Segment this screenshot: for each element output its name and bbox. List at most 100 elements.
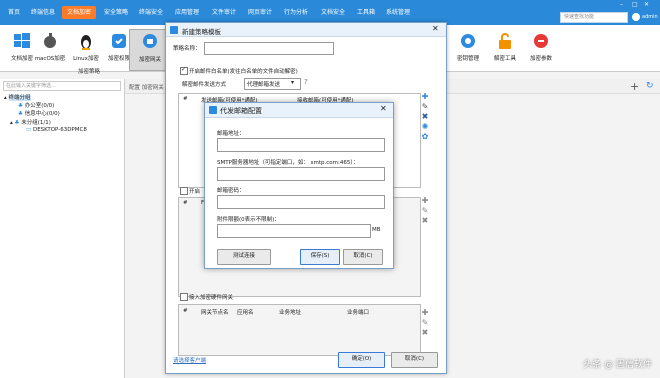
minimize-icon[interactable]: – (620, 1, 623, 8)
edit-icon[interactable]: ✎ (421, 103, 429, 111)
key-management-label: 密钥管理 (456, 56, 479, 62)
add-icon[interactable]: ✚ (421, 309, 429, 317)
tree-item-info-center[interactable]: ♣ 信息中心(0/0) (18, 109, 60, 117)
nav-tab-doc-security[interactable]: 文档安全 (316, 6, 350, 19)
settings-icon[interactable]: ✿ (421, 133, 429, 141)
subdialog-title: 代发邮箱配置 (220, 107, 262, 115)
email-field[interactable] (217, 138, 385, 152)
password-field[interactable] (217, 195, 385, 209)
nav-tab-system[interactable]: 系统管理 (381, 6, 415, 19)
nav-tab-terminal-security[interactable]: 终端安全 (134, 6, 168, 19)
delete-icon[interactable]: ✖ (421, 329, 429, 337)
avatar[interactable] (632, 13, 640, 21)
cancel-button[interactable]: 取消(C) (391, 352, 438, 368)
tree-item-desktop[interactable]: ▭ DESKTOP-63DPMC8 (26, 127, 87, 133)
subdialog-cancel-button[interactable]: 取消(C) (343, 249, 383, 265)
group-icon: ♣ (14, 120, 20, 126)
attachment-unit: MB (372, 227, 381, 233)
windows-icon (14, 33, 30, 48)
tree-item-label: 信息中心(0/0) (24, 111, 60, 117)
window-controls: – □ ✕ (598, 1, 658, 11)
table-header: # (183, 96, 188, 102)
encrypt-params-button[interactable]: 加密参数 (521, 29, 561, 69)
edit-icon[interactable]: ✎ (421, 207, 429, 215)
macos-encrypt-button[interactable]: macOS加密 (30, 29, 70, 69)
send-method-select[interactable]: 代理邮箱发送 ▾ (244, 78, 301, 90)
policy-name-input[interactable] (204, 42, 334, 55)
tree-item-label: DESKTOP-63DPMC8 (32, 127, 87, 133)
dialog-close-icon[interactable]: ✕ (432, 24, 439, 33)
email-label: 邮箱地址： (217, 131, 245, 137)
params-icon (534, 34, 548, 48)
tree-item-label: 未分组(1/1) (21, 120, 51, 126)
save-button[interactable]: 保存(S) (300, 249, 340, 265)
unlock-icon (499, 33, 511, 49)
second-feature-checkbox[interactable] (180, 187, 188, 195)
gateway-icon (143, 34, 157, 48)
password-label: 邮箱密码： (217, 188, 245, 194)
quick-search-input[interactable]: 快速查找功能 (560, 12, 628, 23)
encrypt-gateway-label: 加密网关 (138, 57, 161, 63)
delete-icon[interactable]: ✖ (421, 217, 429, 225)
toolbar-section-label: 加密策略 (78, 69, 101, 75)
whitelist-label: 开启邮件白名单(发往白名单的文件自动解密) (189, 69, 298, 75)
chevron-down-icon: ▾ (291, 79, 295, 86)
delete-icon[interactable]: ✖ (421, 113, 429, 121)
decrypt-tool-button[interactable]: 解密工具 (485, 29, 525, 69)
close-icon[interactable]: ✕ (644, 1, 649, 8)
nav-tab-toolbox[interactable]: 工具箱 (352, 6, 380, 19)
nav-tab-app-mgmt[interactable]: 应用管理 (170, 6, 204, 19)
nav-tab-terminal-info[interactable]: 终端信息 (26, 6, 60, 19)
decrypt-tool-label: 解密工具 (493, 56, 516, 62)
key-management-button[interactable]: 密钥管理 (448, 29, 488, 69)
attachment-limit-field[interactable] (217, 224, 371, 238)
smtp-field[interactable] (217, 167, 385, 181)
add-icon[interactable]: + (630, 80, 639, 93)
table-header: 业务端口 (347, 310, 370, 316)
apple-icon (44, 33, 56, 48)
refresh-icon[interactable]: ↻ (646, 81, 654, 91)
nav-tab-behavior[interactable]: 行为分析 (279, 6, 313, 19)
table-header: 应用名 (237, 310, 254, 316)
nav-tab-file-audit[interactable]: 文件审计 (207, 6, 241, 19)
computer-icon: ▭ (26, 127, 32, 133)
linux-penguin-icon (81, 35, 91, 50)
nav-tab-doc-encryption[interactable]: 文档加密 (62, 6, 97, 19)
import-icon[interactable]: ✺ (421, 123, 429, 131)
hardware-gateway-label: 接入加密硬件网关 (189, 295, 234, 301)
macos-encrypt-label: macOS加密 (34, 56, 66, 62)
subdialog-close-icon[interactable]: ✕ (380, 104, 387, 113)
nav-tab-web-audit[interactable]: 网页审计 (243, 6, 277, 19)
permission-icon (112, 34, 126, 48)
tree-filter-input[interactable]: 在此输入关键字筛选... (3, 81, 121, 91)
key-icon (461, 34, 475, 48)
dialog-title: 新建策略模板 (182, 28, 221, 36)
tree-item-ungrouped[interactable]: ▴ ♣ 未分组(1/1) (10, 118, 51, 126)
table-header: 业务地址 (279, 310, 302, 316)
user-name[interactable]: admin (642, 14, 658, 20)
policy-name-label: 策略名称： (173, 46, 201, 52)
add-icon[interactable]: ✚ (421, 197, 429, 205)
send-method-label: 解密邮件发送方式 (182, 82, 227, 88)
add-icon[interactable]: ✚ (421, 93, 429, 101)
edit-icon[interactable]: ✎ (421, 319, 429, 327)
tree-item-office[interactable]: ♣ 办公室(0/0) (18, 101, 54, 109)
table-header: 网关节点名 (201, 310, 229, 316)
help-icon[interactable]: ? (304, 78, 308, 86)
dialog-titlebar: 新建策略模板 ✕ (166, 23, 446, 37)
maximize-icon[interactable]: □ (632, 1, 638, 8)
select-client-link[interactable]: 请选择客户端 (173, 356, 206, 364)
nav-tab-security-policy[interactable]: 安全策略 (99, 6, 133, 19)
whitelist-checkbox[interactable]: ✓ (180, 66, 188, 75)
subdialog-titlebar: 代发邮箱配置 ✕ (205, 103, 393, 118)
hardware-gateway-checkbox[interactable] (180, 293, 188, 301)
gateway-table: # 网关节点名 应用名 业务地址 业务端口 (178, 304, 421, 356)
app-icon (209, 106, 217, 114)
tree-root[interactable]: ▴ 终端分组 (4, 93, 31, 101)
send-method-value: 代理邮箱发送 (247, 82, 281, 88)
content-header-title: 配置 加密网关 (129, 85, 164, 91)
ok-button[interactable]: 确定(O) (338, 352, 385, 368)
nav-tab-home[interactable]: 首页 (3, 6, 25, 19)
test-connection-button[interactable]: 测试连接 (217, 249, 271, 265)
second-feature-label: 开启 (189, 189, 201, 195)
